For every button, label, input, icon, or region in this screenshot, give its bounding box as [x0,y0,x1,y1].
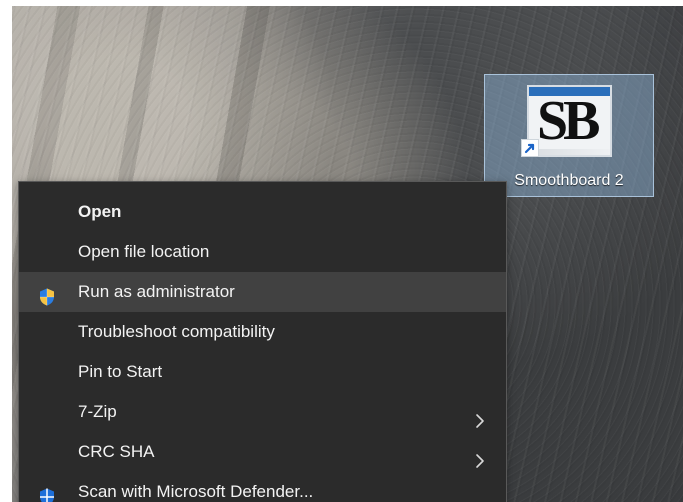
microsoft-defender-icon [37,482,57,502]
menu-item-crc-sha[interactable]: CRC SHA [19,432,506,472]
uac-shield-icon [37,282,57,306]
menu-item-open-file-location[interactable]: Open file location [19,232,506,272]
app-icon-bottom-strip [529,149,610,155]
menu-item-label: Run as administrator [78,282,235,301]
menu-item-run-as-administrator[interactable]: Run as administrator [19,272,506,312]
menu-item-open[interactable]: Open [19,192,506,232]
menu-item-label: CRC SHA [78,442,155,461]
smoothboard-app-icon: SB [527,85,612,157]
menu-item-7-zip[interactable]: 7-Zip [19,392,506,432]
menu-item-label: Scan with Microsoft Defender... [78,482,314,501]
menu-item-scan-with-microsoft-defender[interactable]: Scan with Microsoft Defender... [19,472,506,502]
menu-item-label: 7-Zip [78,402,117,421]
menu-item-label: Open [78,202,122,221]
screenshot-frame: SB Smoothboard 2 Open Open file location [12,6,683,502]
chevron-right-icon [474,404,486,428]
menu-item-pin-to-start[interactable]: Pin to Start [19,352,506,392]
smoothboard-shortcut[interactable]: SB Smoothboard 2 [484,74,654,197]
menu-item-troubleshoot-compatibility[interactable]: Troubleshoot compatibility [19,312,506,352]
menu-item-label: Pin to Start [78,362,163,381]
context-menu: Open Open file location Run as administr… [18,181,507,502]
menu-item-label: Open file location [78,242,210,261]
app-icon-text: SB [537,90,600,152]
shortcut-label: Smoothboard 2 [514,172,624,189]
menu-item-label: Troubleshoot compatibility [78,322,275,341]
shortcut-arrow-icon [521,139,539,157]
chevron-right-icon [474,444,486,468]
